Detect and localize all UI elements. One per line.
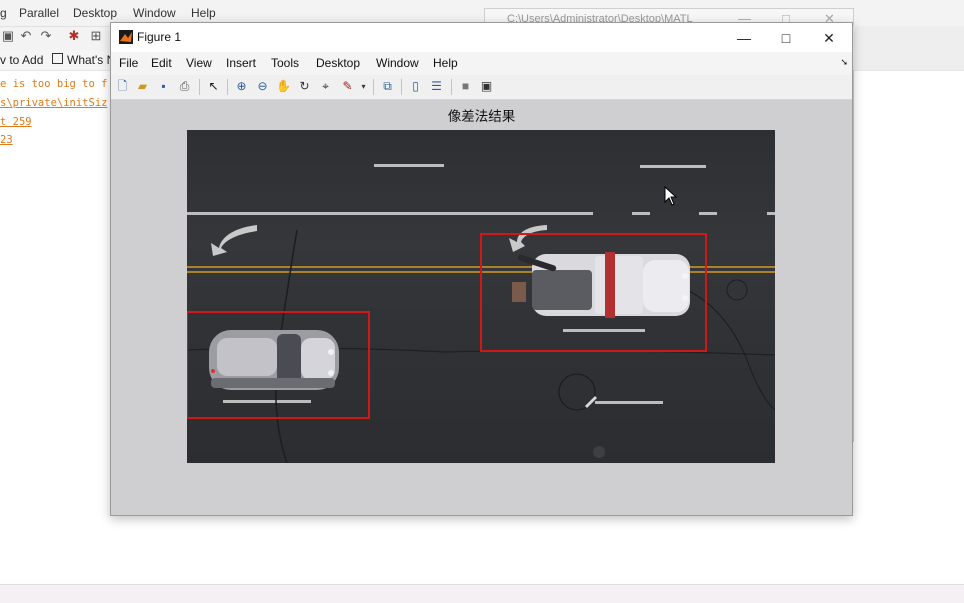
desktop-menu-window[interactable]: Window xyxy=(133,6,176,20)
command-line-link[interactable]: t 259 xyxy=(0,116,32,128)
legend-icon[interactable]: ☰ xyxy=(428,78,445,95)
edit-plot-arrow-icon[interactable]: ↖ xyxy=(205,78,222,95)
shortcut-whats-new-label: What's N xyxy=(67,53,116,67)
matlab-logo-icon xyxy=(119,30,133,44)
brush-icon[interactable]: ✎ xyxy=(339,78,356,95)
menu-view[interactable]: View xyxy=(186,56,212,70)
maximize-button[interactable]: □ xyxy=(766,25,806,51)
zoom-out-icon[interactable]: ⊖ xyxy=(254,78,271,95)
desktop-menu-help[interactable]: Help xyxy=(191,6,216,20)
command-error-link[interactable]: s\private\initSiz xyxy=(0,97,107,109)
axes-title: 像差法结果 xyxy=(447,109,516,124)
open-file-icon[interactable]: ▰ xyxy=(134,78,151,95)
zoom-in-icon[interactable]: ⊕ xyxy=(233,78,250,95)
minimize-button[interactable]: — xyxy=(724,25,764,51)
shortcut-whats-new[interactable]: What's N xyxy=(52,53,115,67)
shortcut-how-to-add[interactable]: v to Add xyxy=(0,53,43,67)
desktop-menu-parallel[interactable]: Parallel xyxy=(19,6,59,20)
desktop-menu-item[interactable]: g xyxy=(0,6,7,20)
data-cursor-icon[interactable]: ⌖ xyxy=(317,78,334,95)
command-line-link[interactable]: 23 xyxy=(0,134,13,146)
redo-icon[interactable]: ↷ xyxy=(38,28,54,44)
detection-box-truck xyxy=(480,233,707,352)
desktop-menu-desktop[interactable]: Desktop xyxy=(73,6,117,20)
toolbar-separator xyxy=(199,79,200,95)
menu-insert[interactable]: Insert xyxy=(226,56,256,70)
undo-icon[interactable]: ↶ xyxy=(18,28,34,44)
video-frame-image xyxy=(187,130,775,463)
close-button[interactable]: ✕ xyxy=(809,25,849,51)
print-icon[interactable]: ⎙ xyxy=(176,78,193,95)
status-bar xyxy=(0,584,964,603)
desktop-right-panel xyxy=(852,26,964,70)
menu-desktop[interactable]: Desktop xyxy=(316,56,360,70)
figure-titlebar[interactable]: Figure 1 — □ ✕ xyxy=(111,23,852,52)
link-plot-icon[interactable]: ⧉ xyxy=(379,78,396,95)
shortcut-icon xyxy=(52,53,63,64)
brush-dropdown-icon[interactable]: ▾ xyxy=(355,78,372,95)
menu-file[interactable]: File xyxy=(119,56,138,70)
toolbar-separator xyxy=(451,79,452,95)
simulink-icon[interactable]: ✱ xyxy=(66,28,82,44)
paste-icon[interactable]: ▣ xyxy=(0,28,16,44)
figure-toolbar: 🗋 ▰ ▪ ⎙ ↖ ⊕ ⊖ ✋ ↻ ⌖ ✎ ▾ ⧉ ▯ ☰ ■ ▣ xyxy=(111,75,852,100)
toolbar-separator xyxy=(373,79,374,95)
mouse-cursor-icon xyxy=(664,186,678,206)
menu-tools[interactable]: Tools xyxy=(271,56,299,70)
detection-box-car-left xyxy=(187,311,370,419)
figure-title: Figure 1 xyxy=(137,30,182,44)
command-error-line: e is too big to f xyxy=(0,78,108,90)
colorbar-icon[interactable]: ▯ xyxy=(407,78,424,95)
menu-edit[interactable]: Edit xyxy=(151,56,172,70)
dock-arrow-icon[interactable]: ➘ xyxy=(840,57,848,68)
figure-menubar: File Edit View Insert Tools Desktop Wind… xyxy=(111,52,852,75)
pan-hand-icon[interactable]: ✋ xyxy=(275,78,292,95)
menu-window[interactable]: Window xyxy=(376,56,419,70)
guide-icon[interactable]: ⊞ xyxy=(88,28,104,44)
show-plot-tools-icon[interactable]: ▣ xyxy=(478,78,495,95)
hide-plot-tools-icon[interactable]: ■ xyxy=(457,78,474,95)
rotate-3d-icon[interactable]: ↻ xyxy=(296,78,313,95)
toolbar-separator xyxy=(401,79,402,95)
new-figure-icon[interactable]: 🗋 xyxy=(114,78,131,95)
menu-help[interactable]: Help xyxy=(433,56,458,70)
toolbar-separator xyxy=(227,79,228,95)
figure-window[interactable]: Figure 1 — □ ✕ File Edit View Insert Too… xyxy=(110,22,853,516)
save-icon[interactable]: ▪ xyxy=(155,78,172,95)
